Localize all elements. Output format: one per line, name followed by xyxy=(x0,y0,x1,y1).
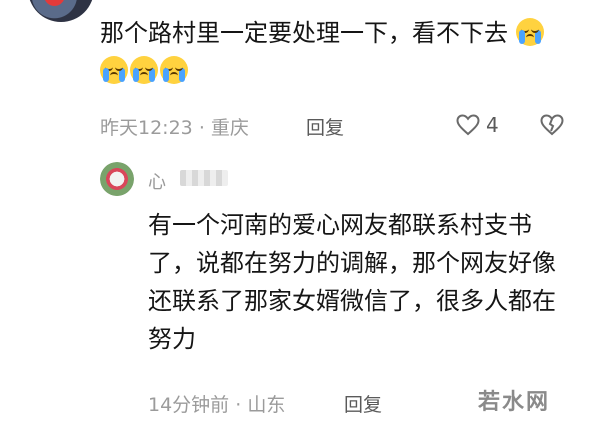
reply-time: 14分钟前 xyxy=(148,394,230,416)
username-mosaic xyxy=(180,170,228,186)
reply-meta: 14分钟前 · 山东 xyxy=(148,390,285,417)
user-avatar[interactable] xyxy=(28,0,94,22)
comment-time: 昨天12:23 xyxy=(100,117,193,139)
reply-text: 有一个河南的爱心网友都联系村支书了，说都在努力的调解，那个网友好像还联系了那家女… xyxy=(148,211,556,353)
like-count: 4 xyxy=(486,113,499,137)
crying-face-emoji-icon xyxy=(515,18,544,46)
comment-text: 那个路村里一定要处理一下，看不下去 xyxy=(100,14,570,90)
meta-separator: · xyxy=(198,117,205,139)
crying-face-emoji-icon xyxy=(100,56,128,84)
reply-button[interactable]: 回复 xyxy=(344,390,382,417)
broken-heart-icon xyxy=(540,114,564,136)
dislike-button[interactable] xyxy=(540,114,564,140)
meta-separator: · xyxy=(235,394,242,416)
reply-user-avatar[interactable] xyxy=(100,162,134,196)
crying-face-emoji-icon xyxy=(160,56,188,84)
crying-face-emoji-icon xyxy=(130,56,158,84)
reply-location: 山东 xyxy=(247,394,286,416)
site-watermark: 若水网 xyxy=(478,390,551,415)
comment-location: 重庆 xyxy=(210,117,249,139)
comment-body: 那个路村里一定要处理一下，看不下去 xyxy=(100,19,508,47)
reply-username[interactable]: 心 xyxy=(148,168,166,194)
reply-button[interactable]: 回复 xyxy=(306,113,344,140)
heart-outline-icon xyxy=(456,114,480,136)
like-button[interactable]: 4 xyxy=(456,113,499,137)
comment-meta: 昨天12:23 · 重庆 xyxy=(100,113,249,140)
